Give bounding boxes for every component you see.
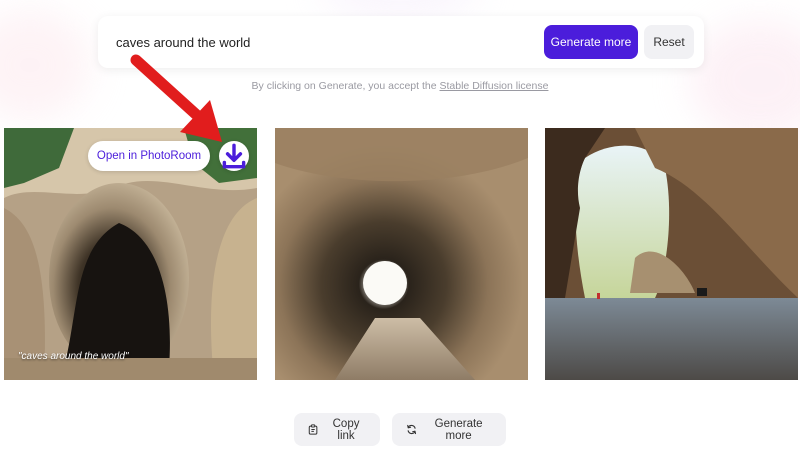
download-icon bbox=[222, 143, 246, 169]
generate-more-button[interactable]: Generate more bbox=[544, 25, 638, 59]
generated-image-3[interactable] bbox=[545, 128, 798, 380]
search-input[interactable]: caves around the world bbox=[116, 35, 544, 50]
cave-tunnel-image bbox=[275, 128, 528, 380]
image-gallery: Open in PhotoRoom "caves around the worl… bbox=[4, 128, 798, 380]
license-link[interactable]: Stable Diffusion license bbox=[440, 80, 549, 92]
copy-link-label: Copy link bbox=[332, 417, 360, 442]
refresh-icon bbox=[407, 424, 417, 435]
search-bar: caves around the world Generate more Res… bbox=[98, 16, 704, 68]
generate-more-label: Generate more bbox=[434, 417, 483, 442]
generated-image-2[interactable] bbox=[275, 128, 528, 380]
generate-more-secondary-button[interactable]: Generate more bbox=[392, 413, 506, 446]
image-caption: "caves around the world" bbox=[18, 351, 129, 362]
download-button[interactable] bbox=[219, 141, 249, 171]
reset-button[interactable]: Reset bbox=[644, 25, 694, 59]
bottom-actions: Copy link Generate more bbox=[0, 413, 800, 446]
cave-opening-image bbox=[545, 128, 798, 380]
background-blob bbox=[0, 10, 90, 120]
clipboard-icon bbox=[308, 424, 318, 435]
generated-image-1[interactable]: Open in PhotoRoom "caves around the worl… bbox=[4, 128, 257, 380]
copy-link-button[interactable]: Copy link bbox=[294, 413, 380, 446]
license-notice: By clicking on Generate, you accept the … bbox=[0, 80, 800, 92]
license-text: By clicking on Generate, you accept the bbox=[251, 80, 440, 92]
open-in-photoroom-button[interactable]: Open in PhotoRoom bbox=[88, 141, 210, 171]
